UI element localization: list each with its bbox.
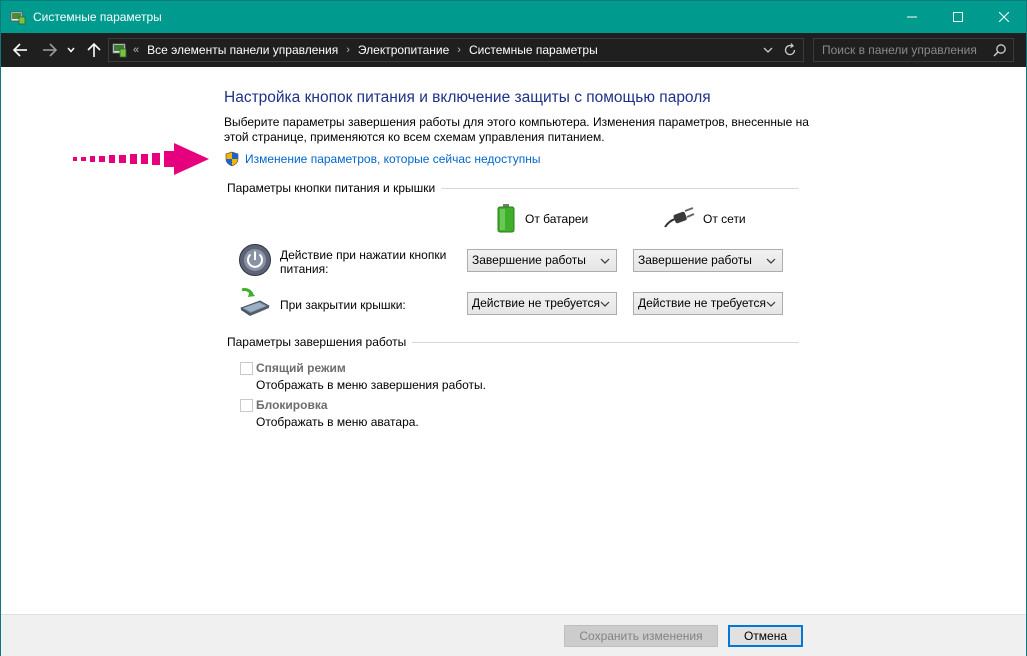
power-button-battery-value: Завершение работы [472, 253, 586, 267]
breadcrumb-separator[interactable]: › [457, 44, 461, 56]
recent-locations-button[interactable] [64, 40, 78, 60]
footer-bar: Сохранить изменения Отмена [1, 614, 1026, 656]
up-button[interactable] [83, 40, 105, 60]
annotation-arrow-icon [73, 143, 209, 175]
lid-close-ac-select[interactable]: Действие не требуется [633, 292, 783, 315]
power-button-battery-select[interactable]: Завершение работы [467, 249, 617, 272]
back-button[interactable] [9, 40, 31, 60]
laptop-lid-icon [238, 286, 272, 320]
maximize-button[interactable] [935, 1, 981, 33]
lock-option-label: Блокировка [256, 398, 328, 412]
forward-arrow-icon [43, 43, 58, 57]
window-title: Системные параметры [33, 10, 162, 24]
minimize-icon [907, 16, 917, 18]
breadcrumb: « Все элементы панели управления › Элект… [133, 39, 598, 61]
power-options-app-icon [10, 9, 26, 25]
sleep-option-label: Спящий режим [256, 361, 346, 375]
address-dropdown-button[interactable] [761, 43, 775, 57]
refresh-icon [784, 43, 796, 56]
search-input[interactable] [814, 39, 990, 61]
power-button-icon [238, 243, 272, 277]
chevron-down-icon [766, 258, 776, 264]
minimize-button[interactable] [889, 1, 935, 33]
breadcrumb-all-control-panel-items[interactable]: Все элементы панели управления [147, 43, 338, 57]
uac-shield-icon [224, 151, 240, 167]
battery-column-label: От батареи [525, 212, 589, 226]
save-changes-button[interactable]: Сохранить изменения [564, 625, 718, 647]
refresh-button[interactable] [782, 42, 798, 58]
forward-button[interactable] [39, 40, 61, 60]
ac-column-header: От сети [663, 203, 746, 235]
sleep-checkbox[interactable] [240, 361, 253, 375]
ac-column-label: От сети [703, 212, 746, 226]
up-arrow-icon [87, 42, 101, 57]
system-settings-window: Системные параметры « Все элементы панел… [0, 0, 1027, 656]
page-description: Выберите параметры завершения работы для… [224, 115, 809, 144]
chevron-down-icon [67, 47, 75, 53]
navigation-bar: « Все элементы панели управления › Элект… [1, 33, 1026, 67]
breadcrumb-separator[interactable]: › [346, 44, 350, 56]
lid-close-battery-select[interactable]: Действие не требуется [467, 292, 617, 315]
lid-close-battery-value: Действие не требуется [472, 296, 601, 310]
lock-option-description: Отображать в меню аватара. [256, 415, 419, 429]
power-button-ac-select[interactable]: Завершение работы [633, 249, 783, 272]
lid-close-action-label: При закрытии крышки: [280, 298, 406, 312]
close-icon [999, 12, 1009, 22]
power-group-title: Параметры кнопки питания и крышки [227, 181, 442, 195]
control-panel-icon [112, 42, 128, 58]
change-settings-row: Изменение параметров, которые сейчас нед… [224, 150, 541, 168]
chevron-down-icon [600, 258, 610, 264]
power-plug-icon [663, 206, 695, 232]
battery-column-header: От батареи [495, 203, 588, 235]
maximize-icon [953, 12, 963, 22]
breadcrumb-power-options[interactable]: Электропитание [358, 43, 449, 57]
lid-close-ac-value: Действие не требуется [638, 296, 767, 310]
address-bar[interactable]: « Все элементы панели управления › Элект… [108, 38, 804, 62]
main-content: Настройка кнопок питания и включение защ… [1, 67, 1026, 614]
lock-option-row: Блокировка [240, 397, 328, 413]
chevron-down-icon [763, 47, 773, 53]
lock-checkbox[interactable] [240, 398, 253, 412]
search-box[interactable] [813, 38, 1014, 62]
back-arrow-icon [12, 43, 27, 57]
chevron-down-icon [600, 301, 610, 307]
breadcrumb-system-settings[interactable]: Системные параметры [469, 43, 598, 57]
page-title: Настройка кнопок питания и включение защ… [224, 89, 711, 106]
battery-icon [495, 203, 517, 236]
breadcrumb-overflow[interactable]: « [133, 44, 139, 56]
sleep-option-row: Спящий режим [240, 360, 346, 376]
title-bar: Системные параметры [1, 1, 1026, 33]
chevron-down-icon [766, 301, 776, 307]
power-button-action-label: Действие при нажатии кнопки питания: [280, 248, 447, 276]
cancel-button[interactable]: Отмена [728, 625, 803, 647]
close-button[interactable] [981, 1, 1027, 33]
shutdown-group-title: Параметры завершения работы [227, 335, 413, 349]
sleep-option-description: Отображать в меню завершения работы. [256, 378, 487, 392]
power-button-ac-value: Завершение работы [638, 253, 752, 267]
change-unavailable-settings-link[interactable]: Изменение параметров, которые сейчас нед… [245, 152, 541, 166]
search-icon[interactable] [993, 43, 1007, 57]
